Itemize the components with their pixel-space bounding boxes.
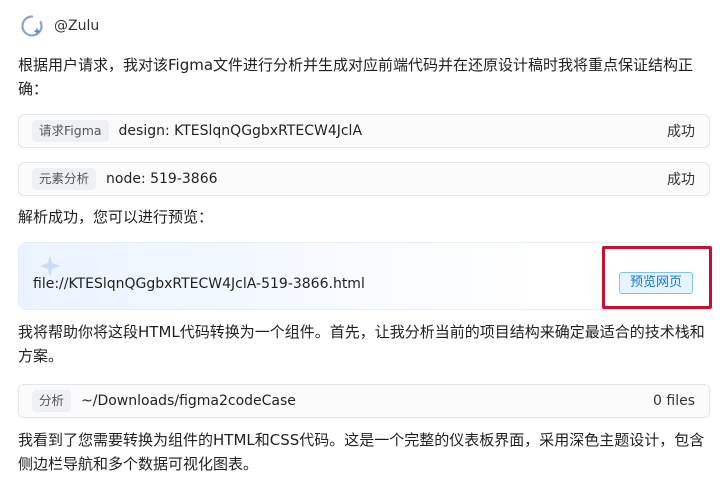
message-header: @Zulu [20,12,99,40]
intro-text: 根据用户请求，我对该Figma文件进行分析并生成对应前端代码并在还原设计稿时我将… [18,56,694,98]
tool-call-analyze[interactable]: 分析 ~/Downloads/figma2codeCase 0 files [18,384,710,418]
tool-detail: design: KTESlqnQGgbxRTECW4JclA [118,123,363,139]
tool-detail: ~/Downloads/figma2codeCase [81,393,296,409]
tool-call-request-figma[interactable]: 请求Figma design: KTESlqnQGgbxRTECW4JclA 成… [18,114,710,148]
convert-text: 我将帮助你将这段HTML代码转换为一个组件。首先，让我分析当前的项目结构来确定最… [18,323,705,365]
tool-call-element-analysis[interactable]: 元素分析 node: 519-3866 成功 [18,162,710,196]
final-text: 我看到了您需要转换为组件的HTML和CSS代码。这是一个完整的仪表板界面，采用深… [18,431,705,473]
preview-webpage-button[interactable]: 预览网页 [619,272,693,294]
tool-tag: 元素分析 [32,168,97,190]
chat-message: @Zulu 根据用户请求，我对该Figma文件进行分析并生成对应前端代码并在还原… [0,0,720,481]
preview-card: file://KTESlqnQGgbxRTECW4JclA-519-3866.h… [18,242,712,310]
tool-status: 0 files [653,393,695,409]
tool-detail: node: 519-3866 [106,171,218,187]
tool-status: 成功 [667,124,695,140]
tool-tag: 分析 [32,390,72,412]
username: @Zulu [54,18,100,34]
parse-success-text: 解析成功，您可以进行预览： [18,208,214,226]
tool-status: 成功 [667,172,695,188]
preview-file-path: file://KTESlqnQGgbxRTECW4JclA-519-3866.h… [33,276,365,292]
tool-tag: 请求Figma [32,120,109,142]
zulu-logo-icon [20,14,44,38]
